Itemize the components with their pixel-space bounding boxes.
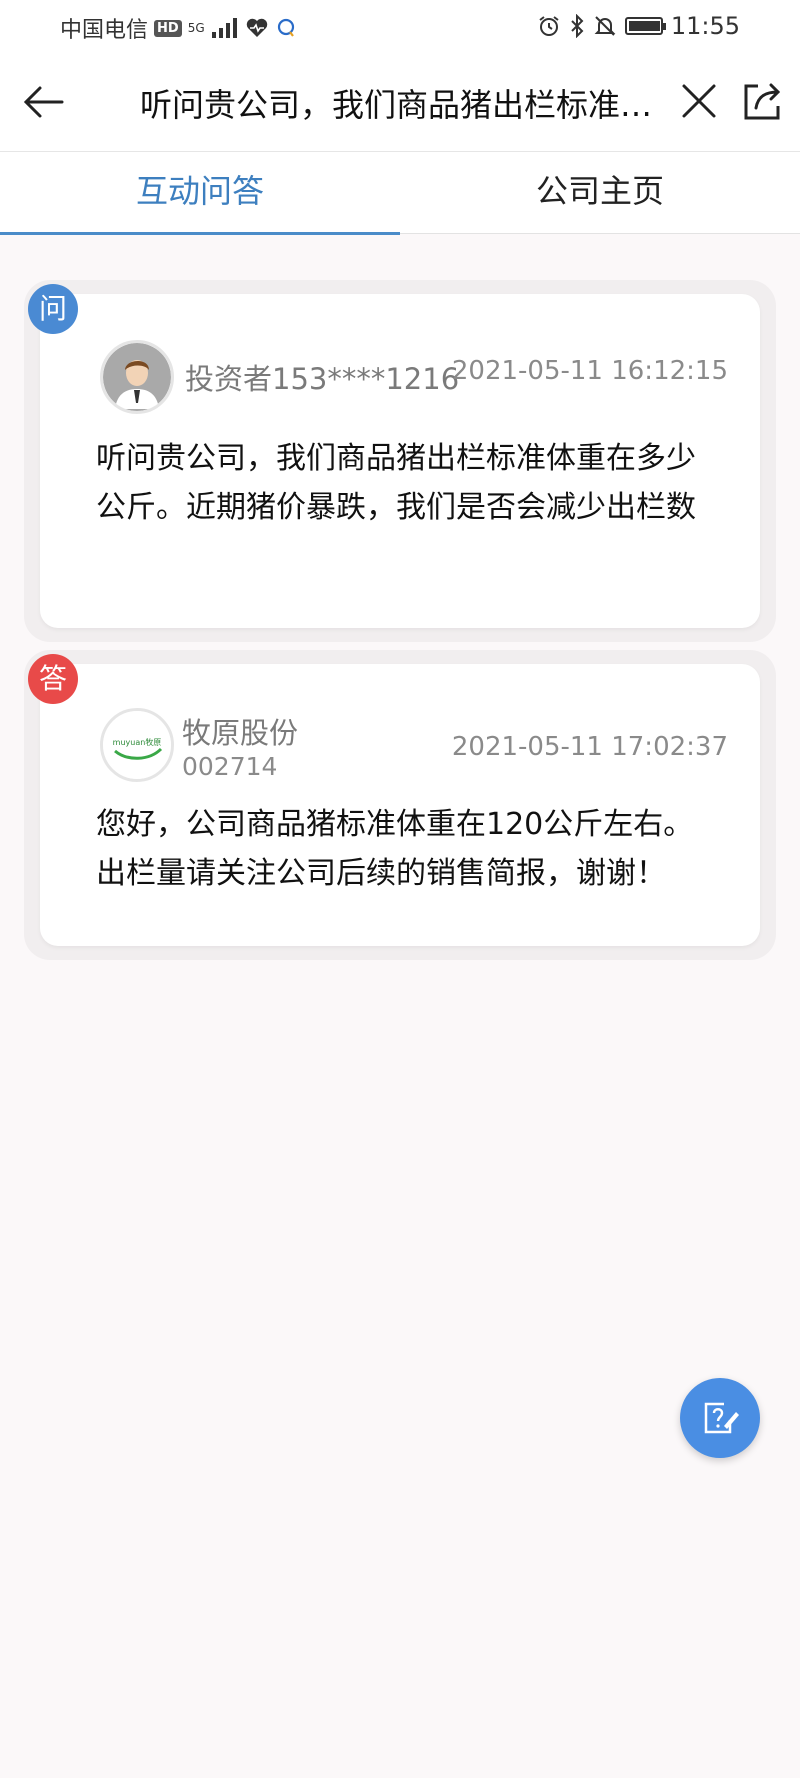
- tab-company-home[interactable]: 公司主页: [400, 152, 800, 234]
- question-card-body: 投资者153****1216 2021-05-11 16:12:15 听问贵公司…: [40, 294, 760, 628]
- question-card: 问 投资者153****1216 2021-05-11 16:12:15 听问贵…: [24, 280, 776, 642]
- battery-level: [628, 21, 660, 31]
- logo-text: muyuan牧原: [113, 737, 162, 747]
- network-label: 5G: [187, 21, 205, 35]
- close-icon[interactable]: [678, 80, 720, 122]
- tab-qa[interactable]: 互动问答: [0, 152, 400, 235]
- battery-icon: [624, 17, 666, 35]
- heart-monitor-icon: [246, 18, 267, 37]
- answer-badge: 答: [28, 654, 78, 704]
- mute-bell-icon: [594, 16, 616, 36]
- tab-bar: 互动问答 公司主页: [0, 152, 800, 235]
- message-icon: [277, 18, 294, 37]
- question-badge: 问: [28, 284, 78, 334]
- share-icon[interactable]: [740, 78, 786, 124]
- company-name: 牧原股份: [182, 716, 299, 750]
- navigation-bar: 听问贵公司，我们商品猪出栏标准体重在多少公斤。近期猪价暴跌，我们是否会减少出栏数: [0, 56, 800, 152]
- ask-question-button[interactable]: [680, 1378, 760, 1458]
- bluetooth-icon: [571, 14, 584, 38]
- company-logo: muyuan牧原: [100, 708, 174, 782]
- page-title: 听问贵公司，我们商品猪出栏标准体重在多少公斤。近期猪价暴跌，我们是否会减少出栏数: [140, 86, 670, 124]
- avatar-person-icon: [103, 343, 171, 411]
- carrier-label: 中国电信: [60, 18, 149, 43]
- clock: 11:55: [670, 12, 740, 40]
- stock-code: 002714: [182, 752, 278, 781]
- answer-card-body: muyuan牧原 牧原股份 002714 2021-05-11 17:02:37…: [40, 664, 760, 946]
- edit-question-icon: [704, 1402, 739, 1434]
- signal-icon: [211, 18, 237, 38]
- question-text: 听问贵公司，我们商品猪出栏标准体重在多少公斤。近期猪价暴跌，我们是否会减少出栏数: [96, 441, 696, 525]
- asker-name: 投资者153****1216: [185, 362, 460, 396]
- answer-timestamp: 2021-05-11 17:02:37: [451, 732, 728, 762]
- status-right: 11:55: [537, 12, 740, 40]
- muyuan-logo-icon: muyuan牧原: [103, 711, 171, 779]
- status-bar: 中国电信 HD 5G 11:55: [0, 0, 800, 56]
- hd-icon: HD: [154, 19, 182, 37]
- status-left: 中国电信 HD 5G: [60, 12, 297, 44]
- answer-text: 您好，公司商品猪标准体重在120公斤左右。出栏量请关注公司后续的销售简报，谢谢！: [96, 807, 694, 891]
- answer-card: 答 muyuan牧原 牧原股份 002714 2021-05-11 17:02:…: [24, 650, 776, 960]
- question-timestamp: 2021-05-11 16:12:15: [451, 356, 728, 386]
- back-arrow-icon[interactable]: [20, 78, 68, 126]
- alarm-icon: [539, 16, 559, 36]
- investor-avatar: [100, 340, 174, 414]
